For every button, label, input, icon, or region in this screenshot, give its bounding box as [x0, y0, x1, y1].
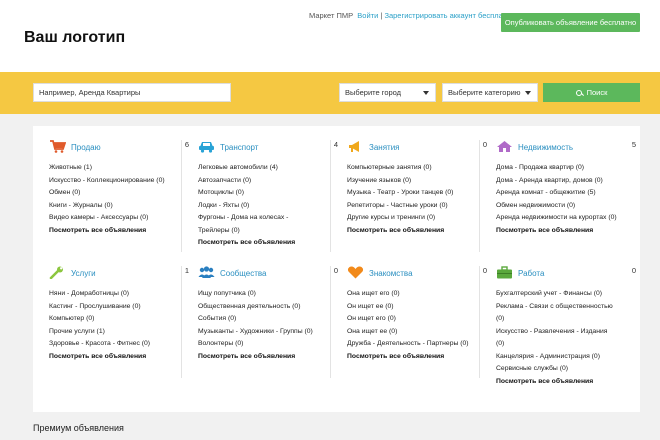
view-all-link[interactable]: Посмотреть все объявления	[49, 225, 189, 238]
category-count: 4	[333, 140, 338, 149]
subcategory-link[interactable]: Дома - Продажа квартир (0)	[496, 162, 636, 175]
category-title[interactable]: Сообщества	[220, 269, 266, 278]
subcategory-link[interactable]: Обмен недвижимости (0)	[496, 200, 636, 213]
chevron-down-icon	[525, 91, 531, 95]
house-icon	[497, 141, 512, 152]
subcategory-link[interactable]: Трейлеры (0)	[198, 225, 338, 238]
subcategory-link[interactable]: Искусство - Развлечения - Издания	[496, 326, 636, 339]
view-all-link[interactable]: Посмотреть все объявления	[496, 225, 636, 238]
post-ad-button[interactable]: Опубликовать объявление бесплатно	[501, 13, 640, 32]
subcategory-link[interactable]: Ищу попутчика (0)	[198, 288, 338, 301]
subcategory-link[interactable]: Музыка - Театр - Уроки танцев (0)	[347, 187, 487, 200]
megaphone-icon	[349, 141, 359, 152]
view-all-link[interactable]: Посмотреть все объявления	[347, 225, 487, 238]
category-count: 0	[482, 140, 487, 149]
subcategory-link[interactable]: Она ищет ее (0)	[347, 326, 487, 339]
login-link[interactable]: Войти	[357, 11, 378, 20]
subcategory-link[interactable]: Волонтеры (0)	[198, 338, 338, 351]
subcategory-link[interactable]: Кастинг - Прослушивание (0)	[49, 301, 189, 314]
category-count: 6	[184, 140, 189, 149]
subcategory-link[interactable]: Аренда комнат - общежитие (5)	[496, 187, 636, 200]
category-select-label: Выберите категорию	[448, 88, 521, 97]
view-all-link[interactable]: Посмотреть все объявления	[198, 351, 338, 364]
category-count: 0	[482, 266, 487, 275]
subcategory-link[interactable]: Искусство - Коллекционирование (0)	[49, 175, 189, 188]
category-count: 1	[184, 266, 189, 275]
wrench-icon	[49, 266, 63, 279]
category-select[interactable]: Выберите категорию	[442, 83, 538, 102]
top-links: Маркет ПМР Войти | Зарегистрировать акка…	[309, 11, 514, 20]
subcategory-link[interactable]: Изучение языков (0)	[347, 175, 487, 188]
categories-panel: Продаю 6 Животные (1) Искусство - Коллек…	[33, 126, 640, 412]
view-all-link[interactable]: Посмотреть все объявления	[496, 376, 636, 389]
cart-icon	[50, 140, 66, 153]
subcategory-link[interactable]: Фургоны - Дома на колесах -	[198, 212, 338, 225]
subcategory-link[interactable]: (0)	[496, 313, 636, 326]
site-logo[interactable]: Ваш логотип	[24, 29, 125, 47]
subcategory-link[interactable]: Автозапчасти (0)	[198, 175, 338, 188]
subcategory-link[interactable]: События (0)	[198, 313, 338, 326]
search-button[interactable]: Поиск	[543, 83, 640, 102]
search-icon	[575, 89, 582, 96]
subcategory-link[interactable]: Прочие услуги (1)	[49, 326, 189, 339]
register-link[interactable]: Зарегистрировать аккаунт бесплатно	[384, 11, 514, 20]
search-bar: Например, Аренда Квартиры Выберите город…	[0, 72, 660, 114]
subcategory-link[interactable]: Другие курсы и тренинги (0)	[347, 212, 487, 225]
category-count: 0	[333, 266, 338, 275]
subcategory-link[interactable]: Легковые автомобили (4)	[198, 162, 338, 175]
search-button-label: Поиск	[586, 88, 608, 97]
subcategory-link[interactable]: Реклама - Связи с общественностью	[496, 301, 636, 314]
subcategory-link[interactable]: Дружба - Деятельность - Партнеры (0)	[347, 338, 487, 351]
category-title[interactable]: Услуги	[71, 269, 96, 278]
category-count: 5	[631, 140, 636, 149]
subcategory-link[interactable]: (0)	[496, 338, 636, 351]
subcategory-link[interactable]: Музыканты - Художники - Группы (0)	[198, 326, 338, 339]
subcategory-link[interactable]: Компьютерные занятия (0)	[347, 162, 487, 175]
briefcase-icon	[497, 266, 512, 279]
category-title[interactable]: Недвижимость	[518, 143, 573, 152]
category-title[interactable]: Продаю	[71, 143, 101, 152]
subcategory-link[interactable]: Няни - Домработницы (0)	[49, 288, 189, 301]
car-icon	[199, 142, 214, 153]
search-input[interactable]: Например, Аренда Квартиры	[33, 83, 231, 102]
view-all-link[interactable]: Посмотреть все объявления	[49, 351, 189, 364]
subcategory-link[interactable]: Книги - Журналы (0)	[49, 200, 189, 213]
subcategory-link[interactable]: Он ищет его (0)	[347, 313, 487, 326]
subcategory-link[interactable]: Канцелярия - Администрация (0)	[496, 351, 636, 364]
subcategory-link[interactable]: Общественная деятельность (0)	[198, 301, 338, 314]
header: Ваш логотип Маркет ПМР Войти | Зарегистр…	[0, 0, 660, 72]
subcategory-link[interactable]: Компьютер (0)	[49, 313, 189, 326]
category-title[interactable]: Транспорт	[220, 143, 258, 152]
subcategory-link[interactable]: Здоровье - Красота - Фитнес (0)	[49, 338, 189, 351]
subcategory-link[interactable]: Обмен (0)	[49, 187, 189, 200]
city-select[interactable]: Выберите город	[339, 83, 436, 102]
category-title[interactable]: Занятия	[369, 143, 400, 152]
subcategory-link[interactable]: Животные (1)	[49, 162, 189, 175]
subcategory-link[interactable]: Дома - Аренда квартир, домов (0)	[496, 175, 636, 188]
subcategory-link[interactable]: Он ищет ее (0)	[347, 301, 487, 314]
city-select-label: Выберите город	[345, 88, 402, 97]
subcategory-link[interactable]: Лодки - Яхты (0)	[198, 200, 338, 213]
subcategory-link[interactable]: Бухгалтерский учет - Финансы (0)	[496, 288, 636, 301]
subcategory-link[interactable]: Видео камеры - Аксессуары (0)	[49, 212, 189, 225]
category-count: 0	[631, 266, 636, 275]
subcategory-link[interactable]: Она ищет его (0)	[347, 288, 487, 301]
subcategory-link[interactable]: Аренда недвижимости на курортах (0)	[496, 212, 636, 225]
people-icon	[198, 266, 215, 278]
premium-section-title: Премиум объявления	[33, 423, 124, 433]
heart-icon	[347, 266, 364, 279]
separator: |	[380, 11, 383, 20]
subcategory-link[interactable]: Мотоциклы (0)	[198, 187, 338, 200]
chevron-down-icon	[423, 91, 429, 95]
view-all-link[interactable]: Посмотреть все объявления	[347, 351, 487, 364]
subcategory-link[interactable]: Сервисные службы (0)	[496, 363, 636, 376]
view-all-link[interactable]: Посмотреть все объявления	[198, 237, 338, 250]
category-title[interactable]: Знакомства	[369, 269, 413, 278]
subcategory-link[interactable]: Репетиторы - Частные уроки (0)	[347, 200, 487, 213]
market-label[interactable]: Маркет ПМР	[309, 11, 353, 20]
category-title[interactable]: Работа	[518, 269, 544, 278]
